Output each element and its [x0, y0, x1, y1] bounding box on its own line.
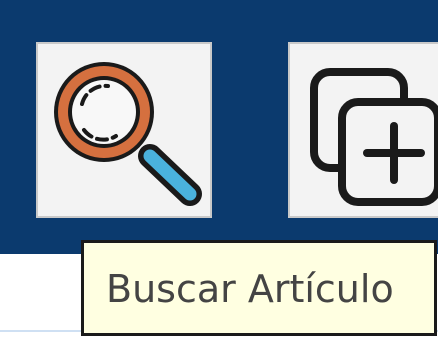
tooltip-text: Buscar Artículo	[106, 267, 394, 311]
search-item-button[interactable]	[36, 42, 212, 218]
magnifier-search-icon	[54, 62, 202, 206]
tooltip: Buscar Artículo	[81, 240, 437, 336]
add-copy-icon	[310, 68, 438, 206]
toolbar	[0, 0, 438, 254]
add-copy-button[interactable]	[288, 42, 438, 218]
